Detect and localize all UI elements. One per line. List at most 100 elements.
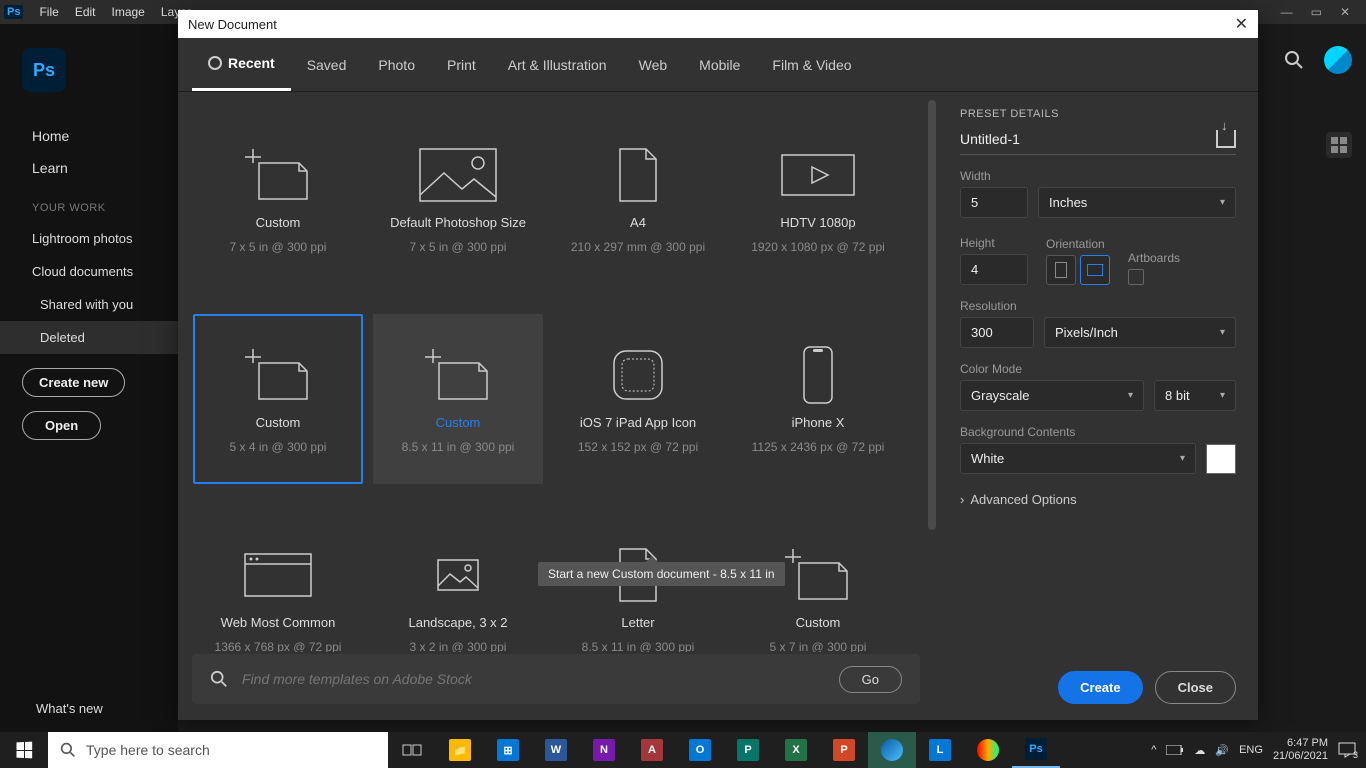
resolution-units-select[interactable]: Pixels/Inch▾ — [1044, 317, 1236, 348]
skype-icon[interactable]: L — [916, 732, 964, 768]
dialog-close-icon[interactable]: ✕ — [1235, 14, 1248, 34]
close-button[interactable]: Close — [1155, 671, 1236, 704]
edge-icon[interactable] — [868, 732, 916, 768]
tab-print[interactable]: Print — [431, 38, 492, 91]
create-new-button[interactable]: Create new — [22, 368, 125, 397]
advanced-options-toggle[interactable]: ›Advanced Options — [960, 492, 1236, 507]
preset-card[interactable]: Default Photoshop Size7 x 5 in @ 300 ppi — [373, 114, 543, 284]
view-grid-icon[interactable] — [1326, 132, 1352, 158]
preset-card[interactable]: Custom5 x 4 in @ 300 ppi — [193, 314, 363, 484]
taskbar-search-placeholder: Type here to search — [86, 742, 210, 758]
go-button[interactable]: Go — [839, 666, 902, 693]
search-icon[interactable] — [1284, 50, 1304, 70]
preset-title: Default Photoshop Size — [390, 215, 526, 230]
sidebar-item-lightroom[interactable]: Lightroom photos — [0, 222, 178, 255]
scrollbar[interactable] — [928, 100, 936, 640]
creative-cloud-icon[interactable] — [964, 732, 1012, 768]
stock-search-input[interactable] — [242, 671, 825, 687]
onenote-icon[interactable]: N — [580, 732, 628, 768]
window-controls: — ▭ ✕ — [1281, 5, 1362, 19]
open-button[interactable]: Open — [22, 411, 101, 440]
background-select[interactable]: White▾ — [960, 443, 1196, 474]
save-preset-icon[interactable] — [1216, 130, 1236, 148]
preset-subtitle: 3 x 2 in @ 300 ppi — [410, 640, 507, 653]
outlook-icon[interactable]: O — [676, 732, 724, 768]
image-icon — [414, 145, 502, 205]
preset-card[interactable]: Custom7 x 5 in @ 300 ppi — [193, 114, 363, 284]
dialog-tabs: Recent Saved Photo Print Art & Illustrat… — [178, 38, 1258, 92]
preset-card[interactable]: A4 210 x 297 mm @ 300 ppi — [553, 114, 723, 284]
taskbar-search[interactable]: Type here to search — [48, 732, 388, 768]
preset-card[interactable]: Web Most Common1366 x 768 px @ 72 ppi — [193, 514, 363, 652]
publisher-icon[interactable]: P — [724, 732, 772, 768]
create-button[interactable]: Create — [1058, 671, 1142, 704]
volume-icon[interactable]: 🔊 — [1215, 744, 1229, 757]
preset-subtitle: 152 x 152 px @ 72 ppi — [578, 440, 698, 454]
sidebar-item-cloud[interactable]: Cloud documents — [0, 255, 178, 288]
start-button[interactable] — [0, 732, 48, 768]
artboards-checkbox[interactable] — [1128, 269, 1144, 285]
preset-title: A4 — [630, 215, 646, 230]
minimize-icon[interactable]: — — [1281, 5, 1293, 19]
orientation-landscape-button[interactable] — [1080, 255, 1110, 285]
tab-recent[interactable]: Recent — [192, 38, 291, 91]
preset-title: Custom — [256, 415, 301, 430]
sidebar-home[interactable]: Home — [0, 120, 178, 152]
tray-chevron-icon[interactable]: ^ — [1151, 744, 1156, 756]
bit-depth-select[interactable]: 8 bit▾ — [1154, 380, 1236, 411]
preset-subtitle: 210 x 297 mm @ 300 ppi — [571, 240, 705, 254]
menu-file[interactable]: File — [31, 5, 66, 19]
file-explorer-icon[interactable]: 📁 — [436, 732, 484, 768]
preset-card[interactable]: Landscape, 3 x 23 x 2 in @ 300 ppi — [373, 514, 543, 652]
preset-card[interactable]: Custom8.5 x 11 in @ 300 ppi — [373, 314, 543, 484]
store-icon[interactable]: ⊞ — [484, 732, 532, 768]
artboards-label: Artboards — [1128, 251, 1180, 265]
sidebar-item-deleted[interactable]: Deleted — [0, 321, 178, 354]
appicon-icon — [594, 345, 682, 405]
excel-icon[interactable]: X — [772, 732, 820, 768]
preset-title: Custom — [436, 415, 481, 430]
chevron-down-icon: ▾ — [1220, 390, 1225, 401]
maximize-icon[interactable]: ▭ — [1311, 5, 1322, 19]
preset-title: iPhone X — [792, 415, 845, 430]
task-view-icon[interactable] — [388, 732, 436, 768]
home-sidebar: Ps Home Learn YOUR WORK Lightroom photos… — [0, 24, 178, 732]
width-input[interactable] — [960, 187, 1028, 218]
photoshop-taskbar-icon[interactable]: Ps — [1012, 732, 1060, 768]
document-name-input[interactable] — [960, 131, 1216, 147]
system-tray: ^ ☁ 🔊 ENG 6:47 PM 21/06/2021 3 — [1141, 737, 1366, 763]
battery-icon[interactable] — [1166, 745, 1184, 755]
tab-photo[interactable]: Photo — [362, 38, 431, 91]
chevron-down-icon: ▾ — [1128, 390, 1133, 401]
preset-card[interactable]: iPhone X1125 x 2436 px @ 72 ppi — [733, 314, 903, 484]
notifications-icon[interactable]: 3 — [1338, 742, 1356, 758]
close-icon[interactable]: ✕ — [1340, 5, 1350, 19]
menu-edit[interactable]: Edit — [67, 5, 104, 19]
sidebar-item-shared[interactable]: Shared with you — [0, 288, 178, 321]
onedrive-icon[interactable]: ☁ — [1194, 744, 1205, 757]
color-mode-select[interactable]: Grayscale▾ — [960, 380, 1144, 411]
avatar[interactable] — [1324, 46, 1352, 74]
resolution-input[interactable] — [960, 317, 1034, 348]
powerpoint-icon[interactable]: P — [820, 732, 868, 768]
access-icon[interactable]: A — [628, 732, 676, 768]
whats-new-link[interactable]: What's new — [36, 701, 103, 716]
height-input[interactable] — [960, 254, 1028, 285]
sidebar-learn[interactable]: Learn — [0, 152, 178, 184]
page-fold-icon — [234, 345, 322, 405]
units-select[interactable]: Inches▾ — [1038, 187, 1236, 218]
menu-image[interactable]: Image — [104, 5, 153, 19]
preset-card[interactable]: HDTV 1080p1920 x 1080 px @ 72 ppi — [733, 114, 903, 284]
page-fold-icon — [414, 345, 502, 405]
tab-mobile[interactable]: Mobile — [683, 38, 756, 91]
taskbar-clock[interactable]: 6:47 PM 21/06/2021 — [1273, 737, 1328, 763]
tab-film[interactable]: Film & Video — [756, 38, 867, 91]
tab-saved[interactable]: Saved — [291, 38, 363, 91]
language-indicator[interactable]: ENG — [1239, 744, 1263, 756]
background-swatch[interactable] — [1206, 444, 1236, 474]
orientation-portrait-button[interactable] — [1046, 255, 1076, 285]
word-icon[interactable]: W — [532, 732, 580, 768]
preset-card[interactable]: iOS 7 iPad App Icon152 x 152 px @ 72 ppi — [553, 314, 723, 484]
tab-art[interactable]: Art & Illustration — [492, 38, 623, 91]
tab-web[interactable]: Web — [623, 38, 684, 91]
